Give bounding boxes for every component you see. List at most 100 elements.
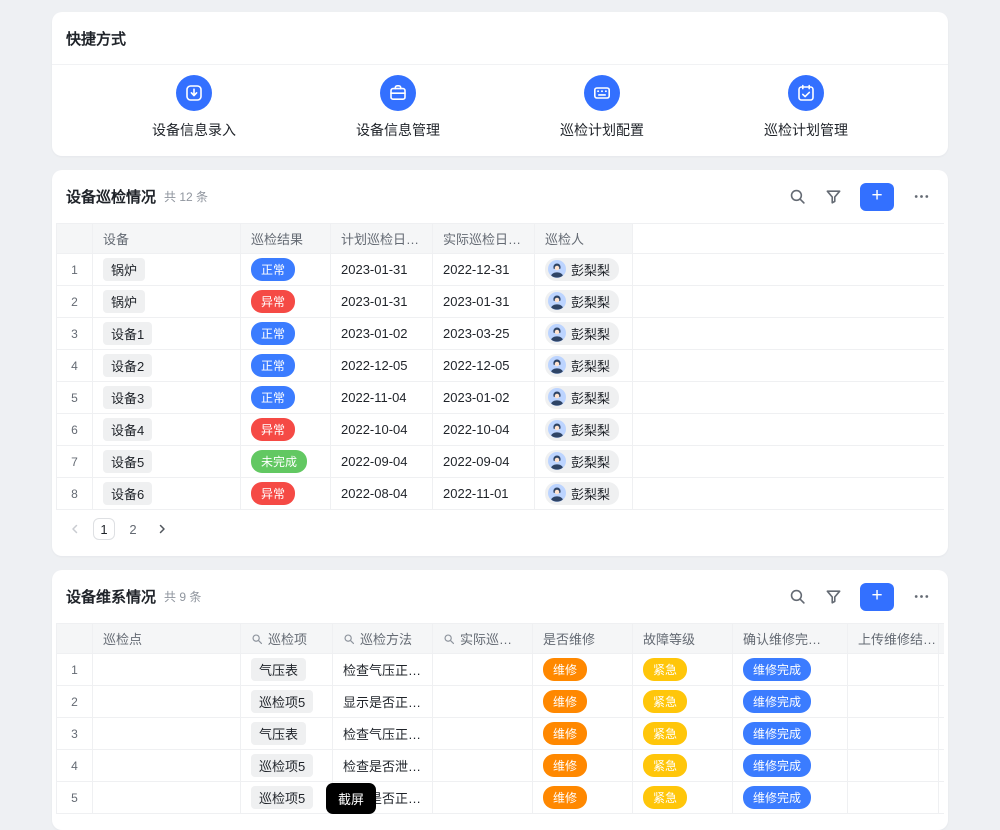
filter-icon[interactable] (820, 584, 846, 610)
confirm-cell[interactable]: 维修完成 (733, 718, 848, 750)
planned-date-cell[interactable]: 2022-11-04 (331, 382, 433, 414)
table-row[interactable]: 6设备4异常2022-10-042022-10-04彭梨梨 (57, 414, 945, 446)
actual-date-cell[interactable]: 2022-09-04 (433, 446, 535, 478)
status-badge[interactable]: 维修 (543, 658, 587, 681)
extra-cell[interactable] (939, 750, 945, 782)
method-cell[interactable]: 显示是否正… (333, 686, 433, 718)
person-chip[interactable]: 彭梨梨 (545, 322, 619, 345)
actual-date-cell[interactable]: 2023-01-31 (433, 286, 535, 318)
table-row[interactable]: 1锅炉正常2023-01-312022-12-31彭梨梨 (57, 254, 945, 286)
extra-cell[interactable] (939, 718, 945, 750)
status-badge[interactable]: 维修 (543, 754, 587, 777)
actual-cell[interactable] (433, 782, 533, 814)
method-cell[interactable]: 检查是否泄… (333, 750, 433, 782)
table-row[interactable]: 2锅炉异常2023-01-312023-01-31彭梨梨 (57, 286, 945, 318)
level-cell[interactable]: 紧急 (633, 654, 733, 686)
result-cell[interactable]: 异常 (241, 414, 331, 446)
result-cell[interactable]: 正常 (241, 350, 331, 382)
chevron-right-icon[interactable] (151, 518, 173, 540)
extra-cell[interactable] (939, 686, 945, 718)
person-chip[interactable]: 彭梨梨 (545, 290, 619, 313)
extra-cell[interactable] (939, 654, 945, 686)
record-chip[interactable]: 锅炉 (103, 258, 145, 281)
confirm-cell[interactable]: 维修完成 (733, 654, 848, 686)
chevron-left-icon[interactable] (64, 518, 86, 540)
status-badge[interactable]: 维修完成 (743, 658, 811, 681)
result-cell[interactable]: 正常 (241, 318, 331, 350)
shortcut-device-entry[interactable]: 设备信息录入 (92, 75, 296, 140)
more-menu-icon[interactable] (908, 584, 934, 610)
device-cell[interactable]: 设备4 (93, 414, 241, 446)
table-row[interactable]: 8设备6异常2022-08-042022-11-01彭梨梨 (57, 478, 945, 510)
status-badge[interactable]: 维修 (543, 722, 587, 745)
record-chip[interactable]: 巡检项5 (251, 754, 313, 777)
method-cell[interactable]: 检查气压正… (333, 718, 433, 750)
status-badge[interactable]: 正常 (251, 258, 295, 281)
actual-cell[interactable] (433, 654, 533, 686)
device-cell[interactable]: 设备5 (93, 446, 241, 478)
person-chip[interactable]: 彭梨梨 (545, 354, 619, 377)
column-header[interactable]: 确认维修完… (733, 624, 848, 654)
status-badge[interactable]: 紧急 (643, 658, 687, 681)
status-badge[interactable]: 紧急 (643, 754, 687, 777)
status-badge[interactable]: 未完成 (251, 450, 307, 473)
shortcut-plan-manage[interactable]: 巡检计划管理 (704, 75, 908, 140)
table-row[interactable]: 4巡检项5检查是否泄…维修紧急维修完成 (57, 750, 945, 782)
table-row[interactable]: 5巡检项5显示是否正…维修紧急维修完成 (57, 782, 945, 814)
device-cell[interactable]: 锅炉 (93, 286, 241, 318)
level-cell[interactable]: 紧急 (633, 718, 733, 750)
actual-cell[interactable] (433, 750, 533, 782)
extra-cell[interactable] (939, 782, 945, 814)
device-cell[interactable]: 锅炉 (93, 254, 241, 286)
filter-icon[interactable] (820, 184, 846, 210)
actual-cell[interactable] (433, 718, 533, 750)
record-chip[interactable]: 气压表 (251, 658, 306, 681)
column-header[interactable]: 上传维修结… (848, 624, 939, 654)
status-badge[interactable]: 正常 (251, 386, 295, 409)
repair-cell[interactable]: 维修 (533, 654, 633, 686)
add-record-button[interactable]: + (860, 583, 894, 611)
add-record-button[interactable]: + (860, 183, 894, 211)
upload-cell[interactable] (848, 718, 939, 750)
column-header[interactable]: 巡检项 (241, 624, 333, 654)
actual-date-cell[interactable]: 2022-11-01 (433, 478, 535, 510)
page-number[interactable]: 1 (93, 518, 115, 540)
record-chip[interactable]: 设备6 (103, 482, 152, 505)
planned-date-cell[interactable]: 2022-12-05 (331, 350, 433, 382)
status-badge[interactable]: 紧急 (643, 722, 687, 745)
level-cell[interactable]: 紧急 (633, 782, 733, 814)
table-row[interactable]: 2巡检项5显示是否正…维修紧急维修完成 (57, 686, 945, 718)
status-badge[interactable]: 维修完成 (743, 722, 811, 745)
status-badge[interactable]: 异常 (251, 418, 295, 441)
inspector-cell[interactable]: 彭梨梨 (535, 446, 633, 478)
shortcut-plan-config[interactable]: 巡检计划配置 (500, 75, 704, 140)
shortcut-device-manage[interactable]: 设备信息管理 (296, 75, 500, 140)
status-badge[interactable]: 紧急 (643, 690, 687, 713)
record-chip[interactable]: 巡检项5 (251, 690, 313, 713)
item-cell[interactable]: 巡检项5 (241, 686, 333, 718)
status-badge[interactable]: 维修 (543, 786, 587, 809)
status-badge[interactable]: 正常 (251, 322, 295, 345)
item-cell[interactable]: 气压表 (241, 718, 333, 750)
inspector-cell[interactable]: 彭梨梨 (535, 414, 633, 446)
column-header[interactable]: 巡检方法 (333, 624, 433, 654)
column-header[interactable]: 计划巡检日… (331, 224, 433, 254)
device-cell[interactable]: 设备3 (93, 382, 241, 414)
record-chip[interactable]: 设备3 (103, 386, 152, 409)
point-cell[interactable] (93, 686, 241, 718)
inspector-cell[interactable]: 彭梨梨 (535, 254, 633, 286)
actual-cell[interactable] (433, 686, 533, 718)
column-header[interactable]: 巡检结果 (241, 224, 331, 254)
actual-date-cell[interactable]: 2023-01-02 (433, 382, 535, 414)
person-chip[interactable]: 彭梨梨 (545, 418, 619, 441)
person-chip[interactable]: 彭梨梨 (545, 258, 619, 281)
inspector-cell[interactable]: 彭梨梨 (535, 318, 633, 350)
repair-cell[interactable]: 维修 (533, 782, 633, 814)
status-badge[interactable]: 维修 (543, 690, 587, 713)
actual-date-cell[interactable]: 2022-12-31 (433, 254, 535, 286)
status-badge[interactable]: 正常 (251, 354, 295, 377)
point-cell[interactable] (93, 782, 241, 814)
repair-cell[interactable]: 维修 (533, 718, 633, 750)
status-badge[interactable]: 维修完成 (743, 690, 811, 713)
record-chip[interactable]: 设备2 (103, 354, 152, 377)
